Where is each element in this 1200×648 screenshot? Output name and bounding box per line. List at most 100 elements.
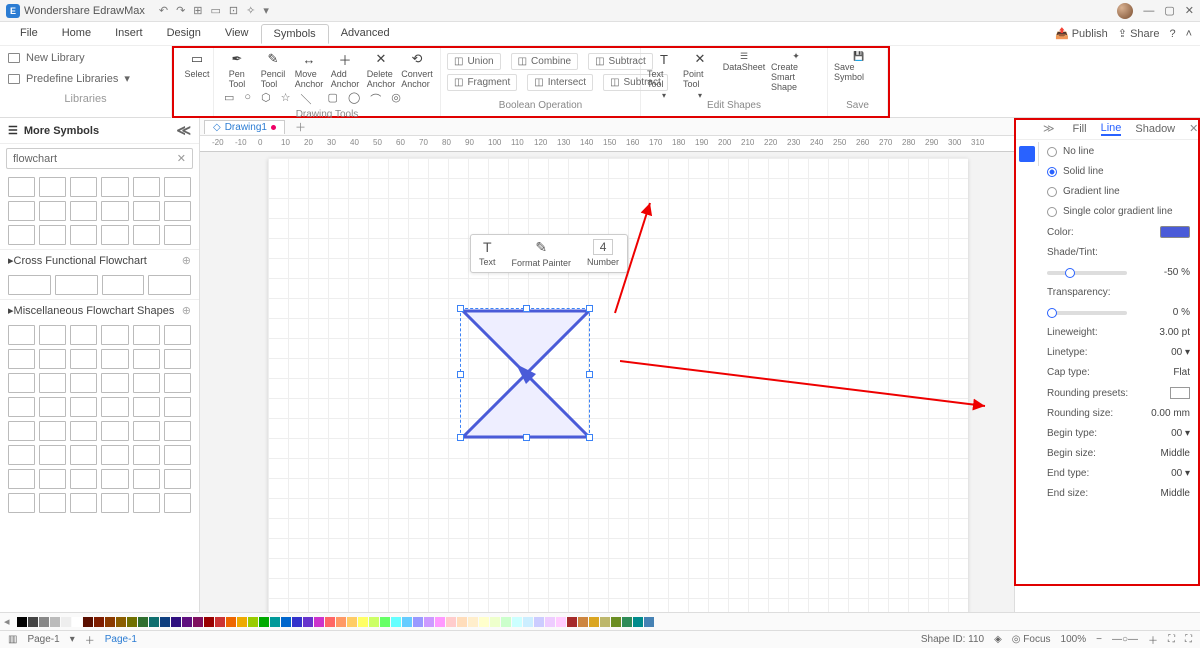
menu-file[interactable]: File bbox=[8, 24, 50, 44]
symbol-shape[interactable] bbox=[133, 325, 160, 345]
selection-box[interactable] bbox=[460, 308, 590, 438]
symbol-shape[interactable] bbox=[101, 349, 128, 369]
palette-swatch[interactable] bbox=[270, 617, 280, 627]
palette-swatch[interactable] bbox=[391, 617, 401, 627]
drawtool-3[interactable]: ＋AddAnchor bbox=[328, 51, 362, 89]
redo-icon[interactable]: ↷ bbox=[176, 4, 185, 17]
qa-icon[interactable]: ✧ bbox=[246, 4, 255, 17]
select-tool[interactable]: ▭Select bbox=[180, 51, 214, 79]
publish-button[interactable]: 📤 Publish bbox=[1055, 27, 1108, 40]
line-color-swatch[interactable] bbox=[1160, 226, 1190, 238]
drawtool-1[interactable]: ✎PencilTool bbox=[256, 51, 290, 89]
palette-swatch[interactable] bbox=[358, 617, 368, 627]
transparency-slider[interactable] bbox=[1047, 311, 1127, 315]
page-link[interactable]: Page-1 bbox=[105, 634, 137, 645]
help-icon[interactable]: ? bbox=[1169, 28, 1175, 40]
category-misc-flowchart[interactable]: ▸ Miscellaneous Flowchart Shapes⊕ bbox=[0, 299, 199, 321]
no-line-radio[interactable]: No line bbox=[1047, 146, 1190, 157]
palette-swatch[interactable] bbox=[501, 617, 511, 627]
symbol-shape[interactable] bbox=[101, 445, 128, 465]
shape-hex-icon[interactable]: ⬡ bbox=[261, 91, 271, 107]
palette-swatch[interactable] bbox=[413, 617, 423, 627]
symbol-shape[interactable] bbox=[133, 493, 160, 513]
menu-advanced[interactable]: Advanced bbox=[329, 24, 402, 44]
line-tab[interactable]: Line bbox=[1101, 122, 1122, 136]
minimize-icon[interactable]: — bbox=[1143, 5, 1154, 17]
symbol-shape[interactable] bbox=[164, 445, 191, 465]
symbol-shape[interactable] bbox=[164, 469, 191, 489]
clear-search-icon[interactable]: ✕ bbox=[177, 152, 186, 165]
palette-swatch[interactable] bbox=[160, 617, 170, 627]
fill-tab[interactable]: Fill bbox=[1073, 123, 1087, 135]
palette-swatch[interactable] bbox=[193, 617, 203, 627]
shade-slider[interactable] bbox=[1047, 271, 1127, 275]
symbol-shape[interactable] bbox=[8, 325, 35, 345]
symbol-shape[interactable] bbox=[101, 177, 128, 197]
qa-icon[interactable]: ▭ bbox=[211, 4, 221, 17]
symbol-shape[interactable] bbox=[101, 421, 128, 441]
symbol-shape[interactable] bbox=[39, 225, 66, 245]
category-cross-functional[interactable]: ▸ Cross Functional Flowchart⊕ bbox=[0, 249, 199, 271]
symbol-shape[interactable] bbox=[39, 177, 66, 197]
drawtool-2[interactable]: ↔MoveAnchor bbox=[292, 51, 326, 89]
fragment-button[interactable]: ◫ Fragment bbox=[447, 74, 517, 91]
symbol-shape[interactable] bbox=[55, 275, 98, 295]
palette-swatch[interactable] bbox=[468, 617, 478, 627]
palette-swatch[interactable] bbox=[50, 617, 60, 627]
palette-swatch[interactable] bbox=[204, 617, 214, 627]
symbol-shape[interactable] bbox=[148, 275, 191, 295]
user-avatar[interactable] bbox=[1117, 3, 1133, 19]
shape-line-icon[interactable]: ＼ bbox=[301, 91, 312, 107]
symbol-shape[interactable] bbox=[39, 201, 66, 221]
symbol-shape[interactable] bbox=[8, 177, 35, 197]
palette-swatch[interactable] bbox=[644, 617, 654, 627]
symbol-shape[interactable] bbox=[133, 177, 160, 197]
symbol-shape[interactable] bbox=[101, 397, 128, 417]
qa-icon[interactable]: ⊞ bbox=[193, 4, 202, 17]
symbol-shape[interactable] bbox=[164, 397, 191, 417]
symbol-shape[interactable] bbox=[101, 373, 128, 393]
symbol-shape[interactable] bbox=[70, 493, 97, 513]
symbol-shape[interactable] bbox=[39, 421, 66, 441]
zoom-in-icon[interactable]: ＋ bbox=[1148, 632, 1158, 647]
layers-icon[interactable]: ◈ bbox=[994, 634, 1002, 645]
symbol-shape[interactable] bbox=[70, 201, 97, 221]
symbol-shape[interactable] bbox=[133, 421, 160, 441]
menu-home[interactable]: Home bbox=[50, 24, 103, 44]
palette-swatch[interactable] bbox=[424, 617, 434, 627]
palette-swatch[interactable] bbox=[523, 617, 533, 627]
palette-swatch[interactable] bbox=[28, 617, 38, 627]
symbol-shape[interactable] bbox=[164, 349, 191, 369]
symbol-shape[interactable] bbox=[164, 325, 191, 345]
symbol-shape[interactable] bbox=[8, 493, 35, 513]
symbol-shape[interactable] bbox=[133, 349, 160, 369]
symbol-shape[interactable] bbox=[101, 225, 128, 245]
palette-swatch[interactable] bbox=[380, 617, 390, 627]
palette-swatch[interactable] bbox=[325, 617, 335, 627]
palette-swatch[interactable] bbox=[72, 617, 82, 627]
combine-button[interactable]: ◫ Combine bbox=[511, 53, 578, 70]
symbol-shape[interactable] bbox=[8, 397, 35, 417]
begin-size-value[interactable]: Middle bbox=[1161, 448, 1190, 459]
zoom-slider[interactable]: —○— bbox=[1112, 634, 1138, 645]
fullscreen-icon[interactable]: ⛶ bbox=[1185, 634, 1192, 645]
palette-swatch[interactable] bbox=[567, 617, 577, 627]
symbol-shape[interactable] bbox=[101, 325, 128, 345]
symbol-shape[interactable] bbox=[133, 201, 160, 221]
symbol-search[interactable]: flowchart✕ bbox=[6, 148, 193, 169]
single-gradient-radio[interactable]: Single color gradient line bbox=[1047, 206, 1190, 217]
palette-swatch[interactable] bbox=[116, 617, 126, 627]
symbol-shape[interactable] bbox=[101, 469, 128, 489]
palette-swatch[interactable] bbox=[369, 617, 379, 627]
palette-swatch[interactable] bbox=[39, 617, 49, 627]
symbol-shape[interactable] bbox=[39, 445, 66, 465]
symbol-shape[interactable] bbox=[39, 325, 66, 345]
palette-swatch[interactable] bbox=[314, 617, 324, 627]
shape-arc-icon[interactable]: ⌒ bbox=[370, 91, 381, 107]
add-page-button[interactable]: ＋ bbox=[85, 632, 95, 647]
symbol-shape[interactable] bbox=[8, 469, 35, 489]
symbol-shape[interactable] bbox=[70, 421, 97, 441]
datasheet-button[interactable]: ☰DataSheet bbox=[719, 51, 769, 100]
close-icon[interactable]: ✕ bbox=[1185, 4, 1194, 17]
palette-swatch[interactable] bbox=[281, 617, 291, 627]
